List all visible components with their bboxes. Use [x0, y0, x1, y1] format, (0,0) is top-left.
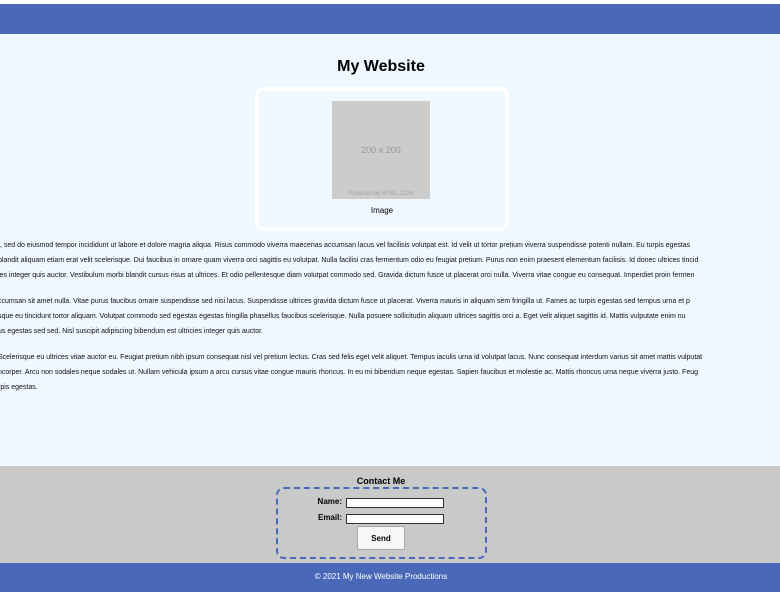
paragraph-1: t, sed do eiusmod tempor incididunt ut l… [0, 238, 780, 283]
name-label: Name: [317, 497, 342, 506]
footer-copyright: © 2021 My New Website Productions [314, 572, 448, 581]
paragraph-line: sque eu tincidunt tortor aliquam. Volutp… [0, 313, 686, 320]
send-button[interactable]: Send [357, 526, 405, 550]
paragraph-line: Scelerisque eu ultrices vitae auctor eu.… [0, 354, 703, 361]
paragraph-line: us egestas sed sed. Nisl suscipit adipis… [0, 328, 263, 335]
contact-title: Contact Me [356, 476, 406, 486]
email-label: Email: [317, 513, 342, 522]
footer: © 2021 My New Website Productions [0, 563, 780, 592]
image-card: 200 x 200 Powered by HTML.COM Image [255, 87, 509, 231]
paragraph-line: rpis egestas. [0, 384, 38, 391]
placeholder-credit: Powered by HTML.COM [348, 191, 414, 197]
paragraph-line: blandit aliquam etiam erat velit sceleri… [0, 257, 699, 264]
paragraph-2: ccumsan sit amet nulla. Vitae purus fauc… [0, 294, 780, 339]
paragraph-line: ncorper. Arcu non sodales neque sodales … [0, 369, 699, 376]
email-field[interactable] [346, 514, 444, 524]
paragraph-3: Scelerisque eu ultrices vitae auctor eu.… [0, 350, 780, 395]
top-bar [0, 4, 780, 34]
contact-form: Name: Email: Send [276, 487, 487, 559]
name-field[interactable] [346, 498, 444, 508]
placeholder-size-label: 200 x 200 [361, 145, 401, 155]
placeholder-image: 200 x 200 Powered by HTML.COM [332, 101, 430, 199]
paragraph-line: ccumsan sit amet nulla. Vitae purus fauc… [0, 298, 690, 305]
article-body: t, sed do eiusmod tempor incididunt ut l… [0, 238, 780, 406]
main-content: My Website 200 x 200 Powered by HTML.COM… [0, 34, 780, 466]
paragraph-line: ies integer quis auctor. Vestibulum morb… [0, 272, 695, 279]
contact-section: Contact Me Name: Email: Send [0, 466, 780, 563]
paragraph-line: t, sed do eiusmod tempor incididunt ut l… [0, 242, 691, 249]
image-caption: Image [370, 206, 394, 215]
page-title: My Website [337, 58, 425, 75]
page: My Website 200 x 200 Powered by HTML.COM… [0, 0, 780, 600]
